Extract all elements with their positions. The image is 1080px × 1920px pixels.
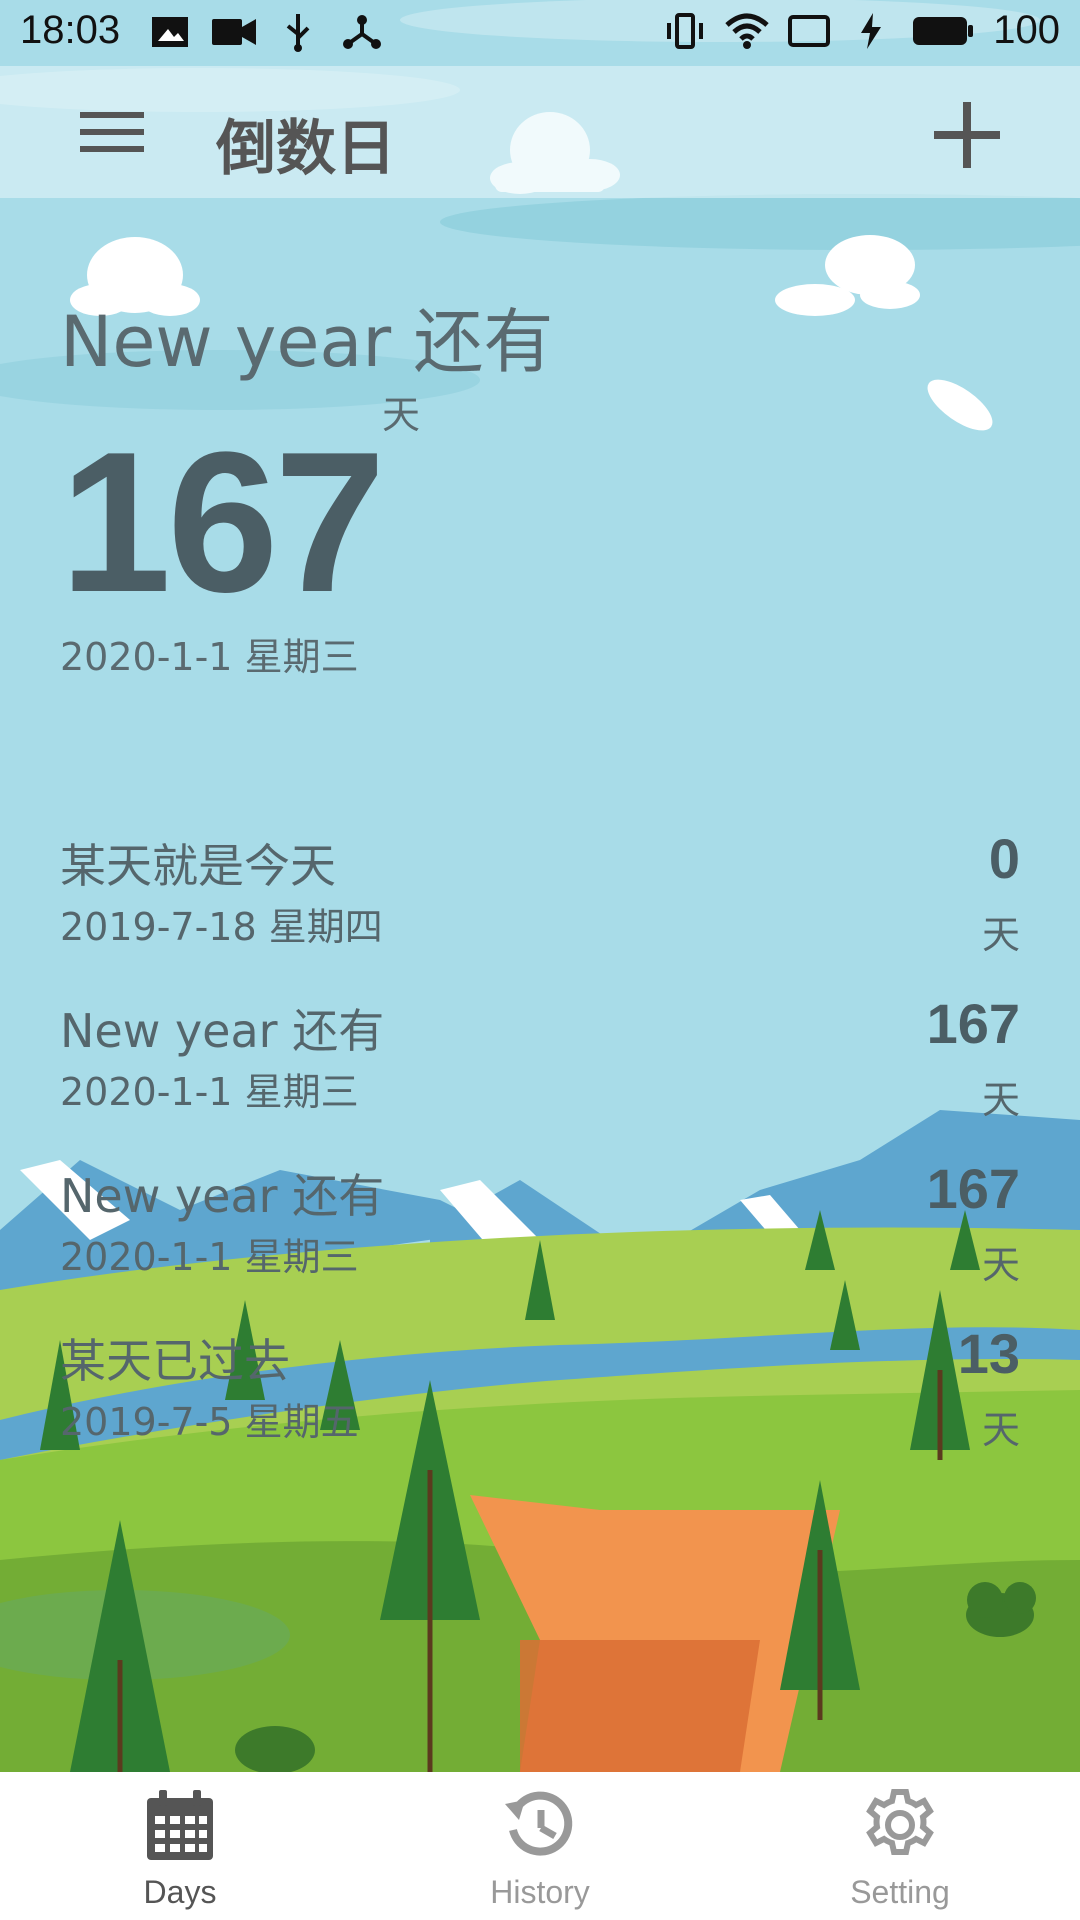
nav-label-setting: Setting — [850, 1874, 950, 1910]
event-count: 0 — [988, 827, 1020, 890]
featured-count: 167 — [60, 411, 386, 634]
featured-countdown[interactable]: New year 还有 天 167 2020-1-1 星期三 — [60, 286, 960, 679]
event-unit: 天 — [981, 1243, 1020, 1287]
gear-icon — [861, 1786, 939, 1864]
nav-item-history[interactable]: History — [360, 1772, 720, 1920]
app-title: 倒数日 — [216, 114, 396, 184]
calendar-icon — [141, 1786, 219, 1864]
event-unit: 天 — [981, 1408, 1020, 1452]
history-icon — [501, 1786, 579, 1864]
app-bar: 倒数日 — [0, 66, 1080, 198]
event-count: 13 — [957, 1322, 1020, 1385]
nav-item-days[interactable]: Days — [0, 1772, 360, 1920]
wifi-icon — [725, 11, 769, 51]
list-item[interactable]: 某天就是今天 2019-7-18 星期四 0 天 — [60, 820, 1020, 985]
event-date: 2020-1-1 星期三 — [60, 1235, 359, 1279]
video-icon — [212, 12, 256, 52]
add-icon[interactable] — [932, 100, 1002, 170]
event-unit: 天 — [981, 1078, 1020, 1122]
featured-date: 2020-1-1 星期三 — [60, 635, 359, 679]
event-title: 某天就是今天 — [60, 839, 336, 893]
list-item[interactable]: 某天已过去 2019-7-5 星期五 13 天 — [60, 1315, 1020, 1480]
charging-icon — [849, 11, 893, 51]
list-item[interactable]: New year 还有 2020-1-1 星期三 167 天 — [60, 1150, 1020, 1315]
event-date: 2019-7-18 星期四 — [60, 905, 383, 949]
event-count: 167 — [926, 1157, 1020, 1220]
usb-icon — [276, 12, 320, 52]
battery-level: 100 — [993, 8, 1060, 52]
event-count: 167 — [926, 992, 1020, 1055]
nfc-card-icon — [787, 11, 831, 51]
featured-unit: 天 — [382, 393, 421, 437]
nav-label-history: History — [490, 1874, 590, 1910]
image-icon — [148, 12, 192, 52]
list-item[interactable]: New year 还有 2020-1-1 星期三 167 天 — [60, 985, 1020, 1150]
event-date: 2020-1-1 星期三 — [60, 1070, 359, 1114]
menu-icon[interactable] — [80, 108, 144, 156]
nav-label-days: Days — [143, 1874, 217, 1910]
nav-item-setting[interactable]: Setting — [720, 1772, 1080, 1920]
featured-title: New year 还有 — [60, 301, 554, 383]
event-title: 某天已过去 — [60, 1334, 290, 1388]
event-unit: 天 — [981, 913, 1020, 957]
event-list: 某天就是今天 2019-7-18 星期四 0 天 New year 还有 202… — [60, 820, 1020, 1480]
event-title: New year 还有 — [60, 1169, 385, 1223]
event-date: 2019-7-5 星期五 — [60, 1400, 359, 1444]
bottom-navigation: Days History Setting — [0, 1772, 1080, 1920]
status-bar: 18:03 100 — [0, 0, 1080, 66]
share-icon — [340, 12, 384, 52]
status-time: 18:03 — [20, 8, 121, 52]
battery-icon — [911, 11, 975, 51]
status-left-icons — [148, 12, 384, 52]
status-right: 100 — [663, 8, 1060, 53]
vibrate-icon — [663, 11, 707, 51]
event-title: New year 还有 — [60, 1004, 385, 1058]
